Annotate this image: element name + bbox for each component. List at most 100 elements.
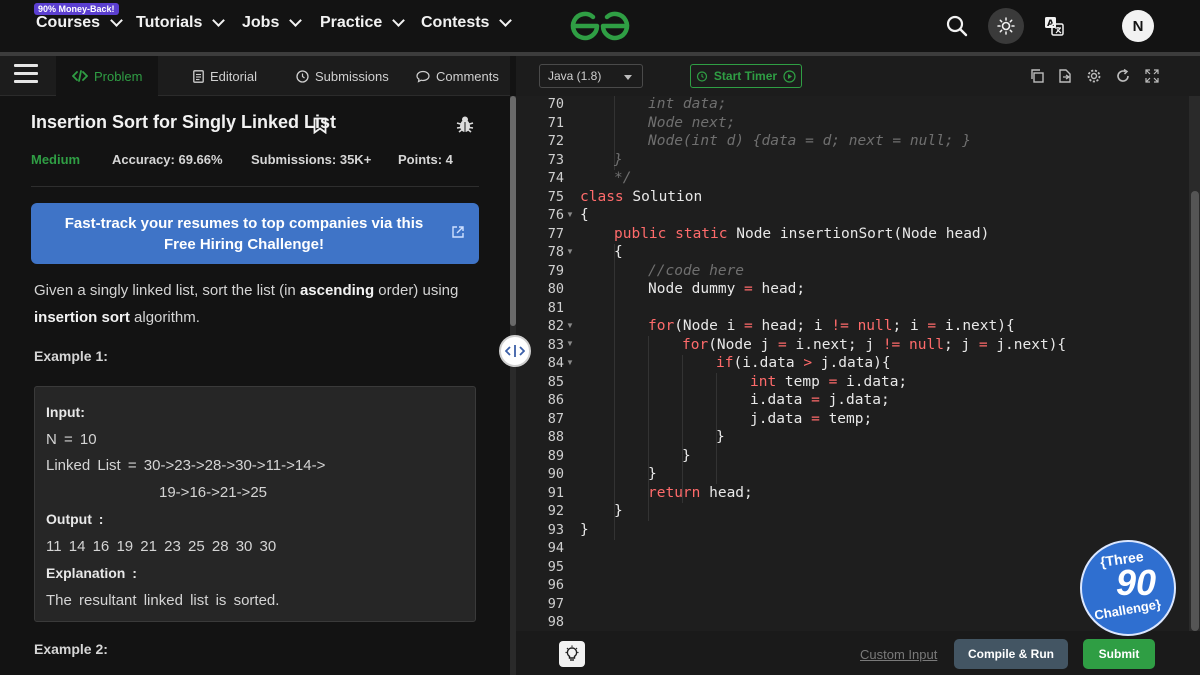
line-number: 92 xyxy=(547,503,564,519)
nav-practice[interactable]: Practice xyxy=(320,14,406,32)
nav-jobs[interactable]: Jobs xyxy=(242,14,303,32)
example-1-box: Input: N = 10 Linked List = 30->23->28->… xyxy=(34,386,476,622)
line-number: 70 xyxy=(547,96,564,112)
code-line: j.data = temp; xyxy=(750,410,873,427)
code-line: int data; xyxy=(648,96,727,112)
code-line: } xyxy=(682,447,691,464)
nav-courses[interactable]: Courses xyxy=(36,14,123,32)
bug-report-icon[interactable] xyxy=(455,114,475,134)
problem-panel: Problem Editorial Submissions Comments I… xyxy=(0,56,510,675)
comment-icon xyxy=(416,70,430,83)
line-number: 86 xyxy=(547,392,564,408)
line-number: 97 xyxy=(547,595,564,612)
line-number: 96 xyxy=(547,577,564,593)
line-number: 80 xyxy=(547,281,564,297)
bookmark-icon[interactable] xyxy=(313,117,327,134)
hint-button[interactable] xyxy=(559,641,585,667)
line-number: 95 xyxy=(547,558,564,575)
nav-tutorials-label: Tutorials xyxy=(136,14,203,31)
line-number: 88 xyxy=(547,429,564,445)
clock-icon xyxy=(296,69,309,83)
code-line: for(Node j = i.next; j != null; j = j.ne… xyxy=(682,336,1067,353)
line-number: 90 xyxy=(547,466,564,482)
code-line: { xyxy=(580,207,589,223)
copy-icon[interactable] xyxy=(1029,68,1045,84)
fullscreen-icon[interactable] xyxy=(1144,68,1160,84)
submit-button[interactable]: Submit xyxy=(1083,639,1155,669)
explanation-value: The resultant linked list is sorted. xyxy=(46,591,280,609)
translate-icon[interactable]: A xyxy=(1043,15,1065,37)
points-stat: Points: 4 xyxy=(398,152,453,167)
import-file-icon[interactable] xyxy=(1057,68,1073,84)
code-line: Node(int d) {data = d; next = null; } xyxy=(648,133,972,149)
input-list-line-2: 19->16->21->25 xyxy=(159,483,268,501)
line-number: 85 xyxy=(547,373,564,390)
accuracy-stat: Accuracy: 69.66% xyxy=(112,152,223,167)
lightbulb-icon xyxy=(565,645,579,661)
divider xyxy=(31,186,479,187)
output-value: 11 14 16 19 21 23 25 28 30 30 xyxy=(46,537,277,555)
code-area[interactable]: int data; Node next; Node(int d) {data =… xyxy=(580,96,1180,631)
explanation-label: Explanation : xyxy=(46,565,137,581)
chevron-down-icon xyxy=(212,14,226,27)
code-line: */ xyxy=(614,170,632,186)
custom-input-link[interactable]: Custom Input xyxy=(860,647,937,662)
line-number: 73 xyxy=(547,151,564,168)
hamburger-menu-icon[interactable] xyxy=(14,64,38,84)
site-logo[interactable] xyxy=(567,8,633,44)
line-number: 89 xyxy=(547,447,564,464)
tab-problem[interactable]: Problem xyxy=(56,56,159,96)
panel-resize-handle[interactable] xyxy=(499,335,531,367)
line-number: 98 xyxy=(547,614,564,630)
settings-gear-icon[interactable] xyxy=(1086,68,1102,84)
line-number: 71 xyxy=(547,114,564,131)
line-number: 74 xyxy=(547,170,564,186)
code-line: { xyxy=(614,244,623,260)
chevron-down-icon xyxy=(110,14,123,27)
line-number: 81 xyxy=(547,299,564,316)
banner-text: Fast-track your resumes to top companies… xyxy=(64,215,424,253)
code-line: if(i.data > j.data){ xyxy=(716,355,891,371)
example-2-title: Example 2: xyxy=(34,641,108,657)
search-icon[interactable] xyxy=(944,13,970,39)
user-avatar[interactable]: N xyxy=(1122,10,1154,42)
fold-arrow-icon[interactable]: ▼ xyxy=(566,339,574,348)
code-line: } xyxy=(716,429,725,445)
caret-down-icon xyxy=(624,75,632,80)
tab-comments[interactable]: Comments xyxy=(416,56,499,96)
tab-editorial[interactable]: Editorial xyxy=(193,56,257,96)
start-timer-button[interactable]: Start Timer xyxy=(690,64,802,88)
line-number-gutter: 70 71 72 73 74 75 76 77 78 79 80 81 82 8… xyxy=(516,96,576,631)
tab-submissions[interactable]: Submissions xyxy=(296,56,389,96)
line-number: 93 xyxy=(547,521,564,538)
fold-arrow-icon[interactable]: ▼ xyxy=(566,358,574,367)
line-number: 72 xyxy=(547,133,564,149)
nav-practice-label: Practice xyxy=(320,14,383,31)
three-90-challenge-badge[interactable]: {Three 90 Challenge} xyxy=(1080,540,1176,636)
submissions-stat: Submissions: 35K+ xyxy=(251,152,372,167)
line-number: 78 xyxy=(547,244,564,260)
code-line: } xyxy=(580,521,589,538)
difficulty-label: Medium xyxy=(31,152,81,167)
external-link-icon xyxy=(452,226,464,238)
tab-submissions-label: Submissions xyxy=(315,68,389,84)
editor-scrollbar[interactable] xyxy=(1189,96,1200,632)
fold-arrow-icon[interactable]: ▼ xyxy=(566,321,574,330)
reset-icon[interactable] xyxy=(1115,68,1131,84)
sun-icon xyxy=(997,17,1015,35)
fold-arrow-icon[interactable]: ▼ xyxy=(566,247,574,256)
fold-arrow-icon[interactable]: ▼ xyxy=(566,210,574,219)
input-list-line-1: Linked List = 30->23->28->30->11->14-> xyxy=(46,457,326,474)
example-1-title: Example 1: xyxy=(34,348,108,364)
nav-courses-label: Courses xyxy=(36,14,101,31)
compile-run-button[interactable]: Compile & Run xyxy=(954,639,1068,669)
nav-tutorials[interactable]: Tutorials xyxy=(136,14,226,32)
chevron-down-icon xyxy=(392,14,406,27)
nav-contests[interactable]: Contests xyxy=(421,14,513,32)
language-select[interactable]: Java (1.8) xyxy=(539,64,643,88)
theme-toggle-button[interactable] xyxy=(988,8,1024,44)
hiring-challenge-banner[interactable]: Fast-track your resumes to top companies… xyxy=(31,203,479,264)
code-line: } xyxy=(614,151,623,168)
document-icon xyxy=(193,69,204,83)
nav-jobs-label: Jobs xyxy=(242,14,280,31)
